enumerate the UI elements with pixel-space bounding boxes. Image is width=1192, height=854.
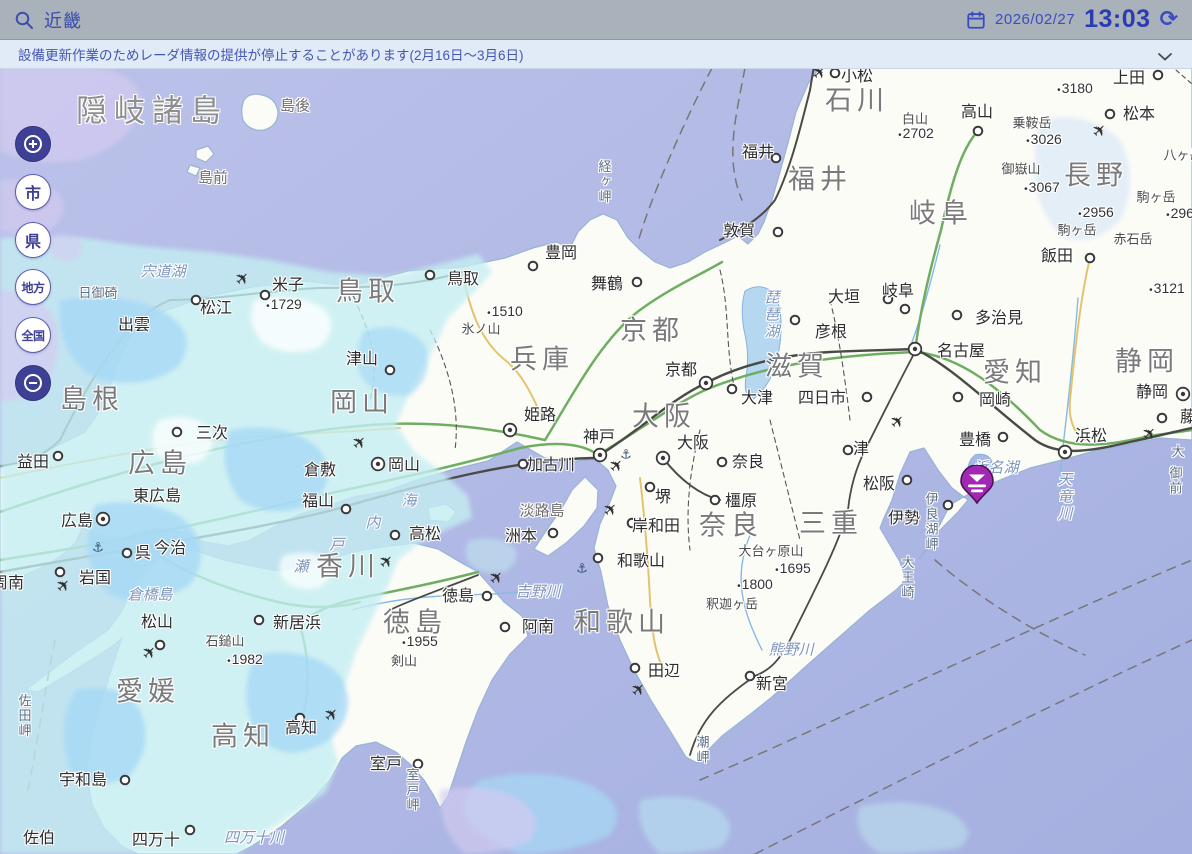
chevron-down-icon[interactable]	[1158, 49, 1172, 67]
region-search[interactable]: 近畿	[14, 7, 82, 33]
plus-circle-icon	[22, 133, 44, 155]
zoom-out-button[interactable]	[15, 365, 51, 401]
pin-glyph-bar1	[968, 485, 986, 488]
zoom-in-button[interactable]	[15, 126, 51, 162]
time-value[interactable]: 13:03	[1084, 5, 1150, 34]
notice-text: 設備更新作業のためレーダ情報の提供が停止することがあります(2月16日〜3月6日…	[18, 44, 524, 64]
map-level-button-pref[interactable]: 県	[15, 222, 51, 258]
pin-glyph-bar2	[971, 490, 983, 493]
search-icon	[14, 10, 34, 30]
app-header: 近畿 2026/02/27 13:03 ⟳	[0, 0, 1192, 40]
calendar-icon[interactable]	[966, 10, 986, 30]
map-level-button-city[interactable]: 市	[15, 174, 51, 210]
map-level-button-nation[interactable]: 全国	[15, 317, 51, 353]
base-map	[0, 0, 1192, 854]
minus-circle-icon	[22, 372, 44, 394]
map-viewport[interactable]: 隠岐諸島島後島前鳥取島根広島岡山兵庫京都滋賀大阪奈良三重和歌山徳島香川愛媛高知福…	[0, 0, 1192, 854]
pin-shape	[961, 465, 993, 503]
refresh-icon[interactable]: ⟳	[1160, 9, 1178, 31]
notice-bar: 設備更新作業のためレーダ情報の提供が停止することがあります(2月16日〜3月6日…	[0, 40, 1192, 69]
date-value[interactable]: 2026/02/27	[995, 11, 1075, 28]
region-search-value: 近畿	[44, 7, 82, 33]
